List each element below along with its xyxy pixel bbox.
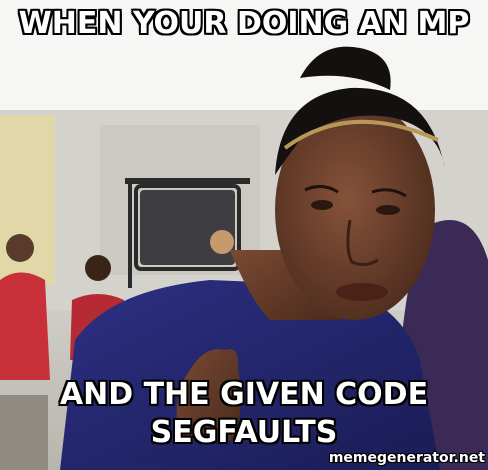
watermark: memegenerator.net [328,450,485,466]
bottom-caption: AND THE GIVEN CODE SEGFAULTS [59,376,429,450]
right-eye [376,205,400,215]
lips [336,283,388,301]
top-caption: WHEN YOUR DOING AN MP [18,5,470,41]
student-head-left [6,234,34,262]
student-head-middle [85,255,111,281]
left-eye [311,200,333,210]
tv-cart-top [125,178,250,184]
student-body-left [0,272,50,380]
tv-cart-leg [128,178,132,288]
meme-image: WHEN YOUR DOING AN MP AND THE GIVEN CODE… [0,0,488,470]
